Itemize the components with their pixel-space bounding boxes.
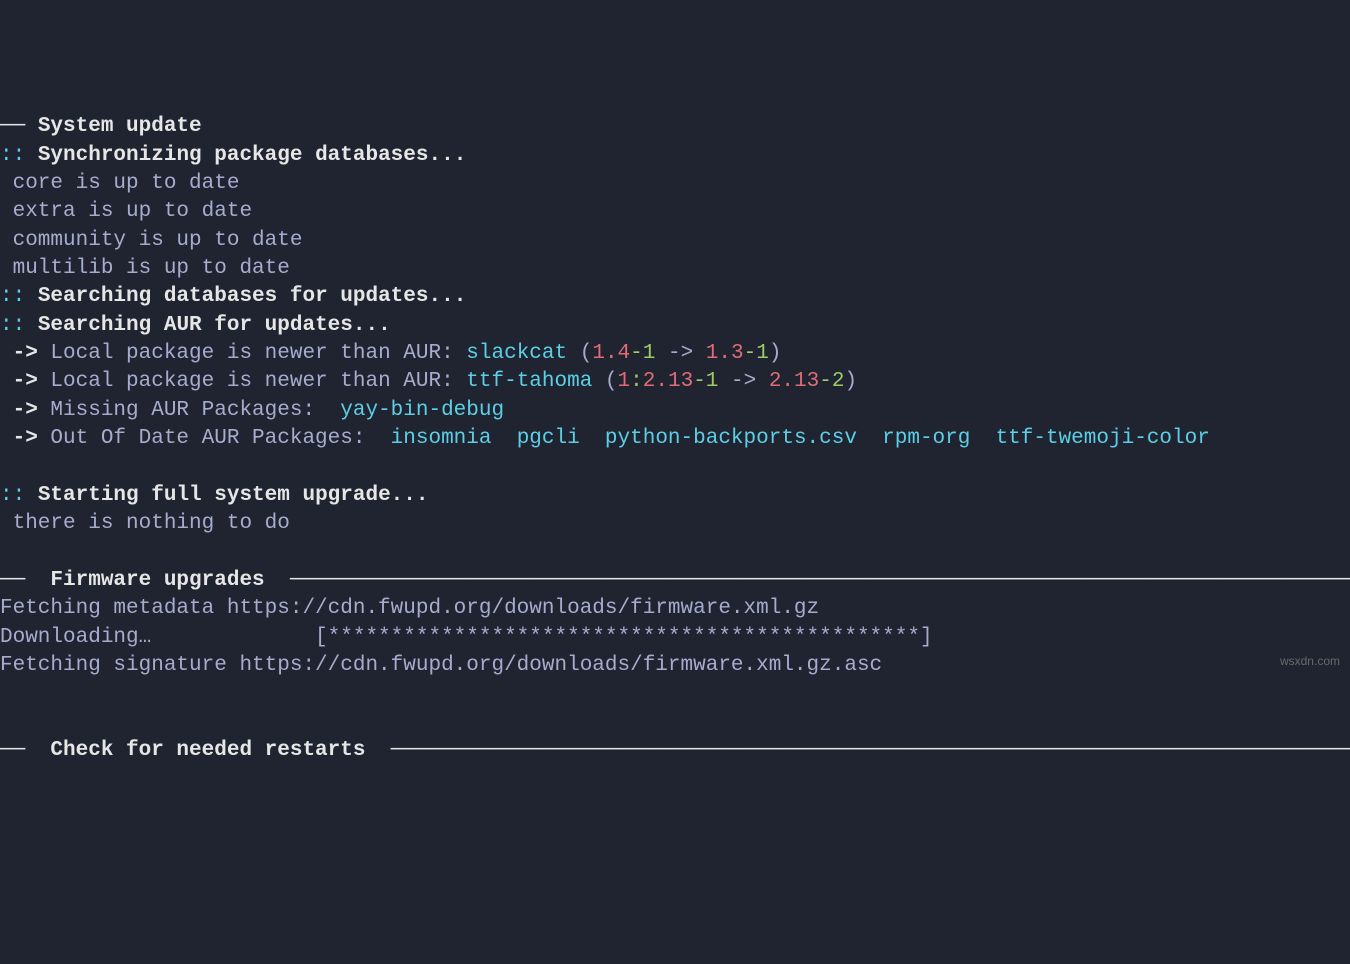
restarts-divider: ── Check for needed restarts ───────────…: [0, 739, 1350, 762]
missing-label: Missing AUR Packages:: [38, 399, 340, 422]
repo-multilib: multilib is up to date: [0, 257, 290, 280]
arrow: ->: [0, 370, 38, 393]
local-newer-2-label: Local package is newer than AUR:: [38, 370, 466, 393]
repo-community: community is up to date: [0, 229, 302, 252]
arrow: ->: [0, 399, 38, 422]
fetch-signature: Fetching signature https://cdn.fwupd.org…: [0, 654, 882, 677]
arrow: ->: [0, 427, 38, 450]
system-update-header: System update: [38, 115, 202, 138]
downloading-progress: Downloading… [**************************…: [0, 626, 933, 649]
watermark: wsxdn.com: [1280, 653, 1340, 669]
divider-dash: ──: [0, 115, 38, 138]
firmware-divider: ── Firmware upgrades ───────────────────…: [0, 569, 1350, 592]
search-aur-prefix: ::: [0, 314, 25, 337]
arrow: ->: [0, 342, 38, 365]
pkg-ttf-tahoma: ttf-tahoma: [466, 370, 592, 393]
sync-msg: Synchronizing package databases...: [25, 144, 466, 167]
terminal-output: ── System update :: Synchronizing packag…: [0, 113, 1350, 765]
repo-extra: extra is up to date: [0, 200, 252, 223]
pkg-yay-bin-debug: yay-bin-debug: [340, 399, 504, 422]
repo-core: core is up to date: [0, 172, 239, 195]
sync-prefix: ::: [0, 144, 25, 167]
pkg-slackcat: slackcat: [466, 342, 567, 365]
outofdate-label: Out Of Date AUR Packages:: [38, 427, 391, 450]
firmware-title: Firmware upgrades: [38, 569, 277, 592]
search-db: Searching databases for updates...: [25, 285, 466, 308]
search-db-prefix: ::: [0, 285, 25, 308]
search-aur: Searching AUR for updates...: [25, 314, 390, 337]
fetch-metadata: Fetching metadata https://cdn.fwupd.org/…: [0, 597, 819, 620]
upgrade-start: Starting full system upgrade...: [25, 484, 428, 507]
outofdate-pkgs: insomnia pgcli python-backports.csv rpm-…: [391, 427, 1210, 450]
restarts-title: Check for needed restarts: [38, 739, 378, 762]
upgrade-prefix: ::: [0, 484, 25, 507]
upgrade-nothing: there is nothing to do: [0, 512, 290, 535]
local-newer-1-label: Local package is newer than AUR:: [38, 342, 466, 365]
